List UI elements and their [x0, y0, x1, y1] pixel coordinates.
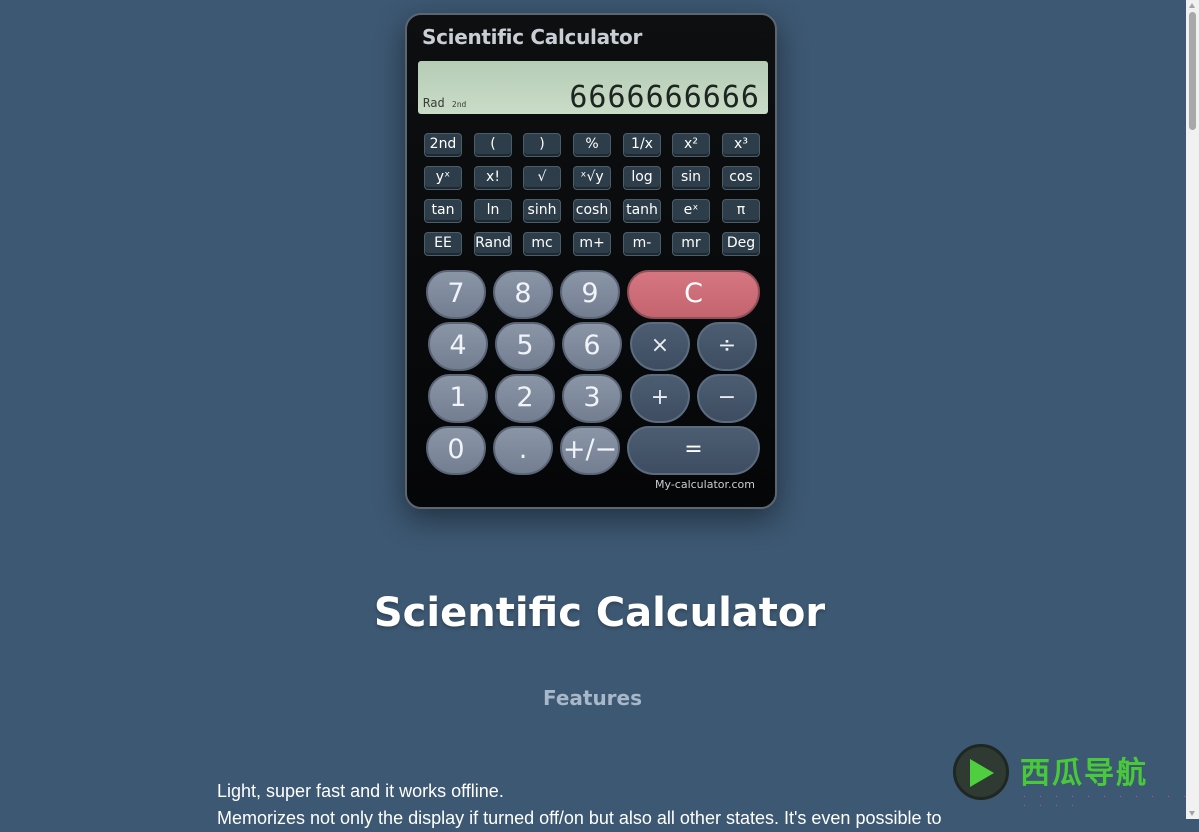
key-cube[interactable]: x³	[722, 133, 760, 157]
page-title: Scientific Calculator	[373, 590, 826, 636]
key-2nd[interactable]: 2nd	[424, 133, 462, 157]
key-4[interactable]: 4	[428, 322, 488, 371]
key-sinh[interactable]: sinh	[523, 199, 561, 223]
calculator-title: Scientific Calculator	[422, 25, 643, 49]
key-mr[interactable]: mr	[672, 232, 710, 256]
key-1[interactable]: 1	[428, 374, 488, 423]
key-0[interactable]: 0	[426, 426, 486, 475]
key-sin[interactable]: sin	[672, 166, 710, 190]
watermark-logo-icon	[953, 744, 1009, 800]
watermark-url-icon: · · · · · · · · · · · · · · ·	[1022, 792, 1191, 810]
key-deg[interactable]: Deg	[722, 232, 760, 256]
key-power[interactable]: yˣ	[424, 166, 462, 190]
key-m-plus[interactable]: m+	[573, 232, 611, 256]
key-pi[interactable]: π	[722, 199, 760, 223]
decimal-button[interactable]: .	[493, 426, 553, 475]
list-item: Light, super fast and it works offline.	[217, 778, 997, 805]
display-value: 6666666666	[569, 80, 760, 115]
key-ee[interactable]: EE	[424, 232, 462, 256]
key-7[interactable]: 7	[426, 270, 486, 319]
features-list: Light, super fast and it works offline. …	[196, 778, 997, 832]
divide-button[interactable]: ÷	[697, 322, 757, 371]
key-percent[interactable]: %	[573, 133, 611, 157]
key-6[interactable]: 6	[562, 322, 622, 371]
key-log[interactable]: log	[623, 166, 661, 190]
angle-mode-indicator: Rad 2nd	[423, 96, 466, 110]
brand-label: My-calculator.com	[655, 478, 755, 491]
multiply-button[interactable]: ×	[630, 322, 690, 371]
key-2[interactable]: 2	[495, 374, 555, 423]
watermark-text: 西瓜导航	[1020, 756, 1148, 791]
key-cosh[interactable]: cosh	[573, 199, 611, 223]
angle-mode-label: Rad	[423, 96, 445, 110]
key-cos[interactable]: cos	[722, 166, 760, 190]
second-mode-label: 2nd	[451, 100, 467, 109]
scrollbar-thumb[interactable]	[1189, 12, 1196, 130]
key-open-paren[interactable]: (	[474, 133, 512, 157]
scroll-up-icon[interactable]	[1189, 3, 1195, 8]
key-3[interactable]: 3	[562, 374, 622, 423]
key-factorial[interactable]: x!	[474, 166, 512, 190]
calculator: Scientific Calculator Rad 2nd 6666666666…	[405, 13, 777, 509]
plus-button[interactable]: +	[630, 374, 690, 423]
features-heading: Features	[542, 686, 643, 710]
equals-button[interactable]: =	[627, 426, 760, 475]
key-9[interactable]: 9	[560, 270, 620, 319]
key-mc[interactable]: mc	[523, 232, 561, 256]
scroll-down-icon[interactable]	[1189, 811, 1195, 816]
key-ln[interactable]: ln	[474, 199, 512, 223]
key-reciprocal[interactable]: 1/x	[623, 133, 661, 157]
key-8[interactable]: 8	[493, 270, 553, 319]
key-nth-root[interactable]: ˣ√y	[573, 166, 611, 190]
key-close-paren[interactable]: )	[523, 133, 561, 157]
key-exp[interactable]: eˣ	[672, 199, 710, 223]
key-m-minus[interactable]: m-	[623, 232, 661, 256]
negate-button[interactable]: +/−	[560, 426, 620, 475]
scrollbar[interactable]	[1186, 0, 1199, 819]
calculator-display: Rad 2nd 6666666666	[418, 61, 768, 114]
minus-button[interactable]: −	[697, 374, 757, 423]
key-tan[interactable]: tan	[424, 199, 462, 223]
clear-button[interactable]: C	[627, 270, 760, 319]
key-5[interactable]: 5	[495, 322, 555, 371]
key-rand[interactable]: Rand	[474, 232, 512, 256]
key-square[interactable]: x²	[672, 133, 710, 157]
key-tanh[interactable]: tanh	[623, 199, 661, 223]
key-sqrt[interactable]: √	[523, 166, 561, 190]
